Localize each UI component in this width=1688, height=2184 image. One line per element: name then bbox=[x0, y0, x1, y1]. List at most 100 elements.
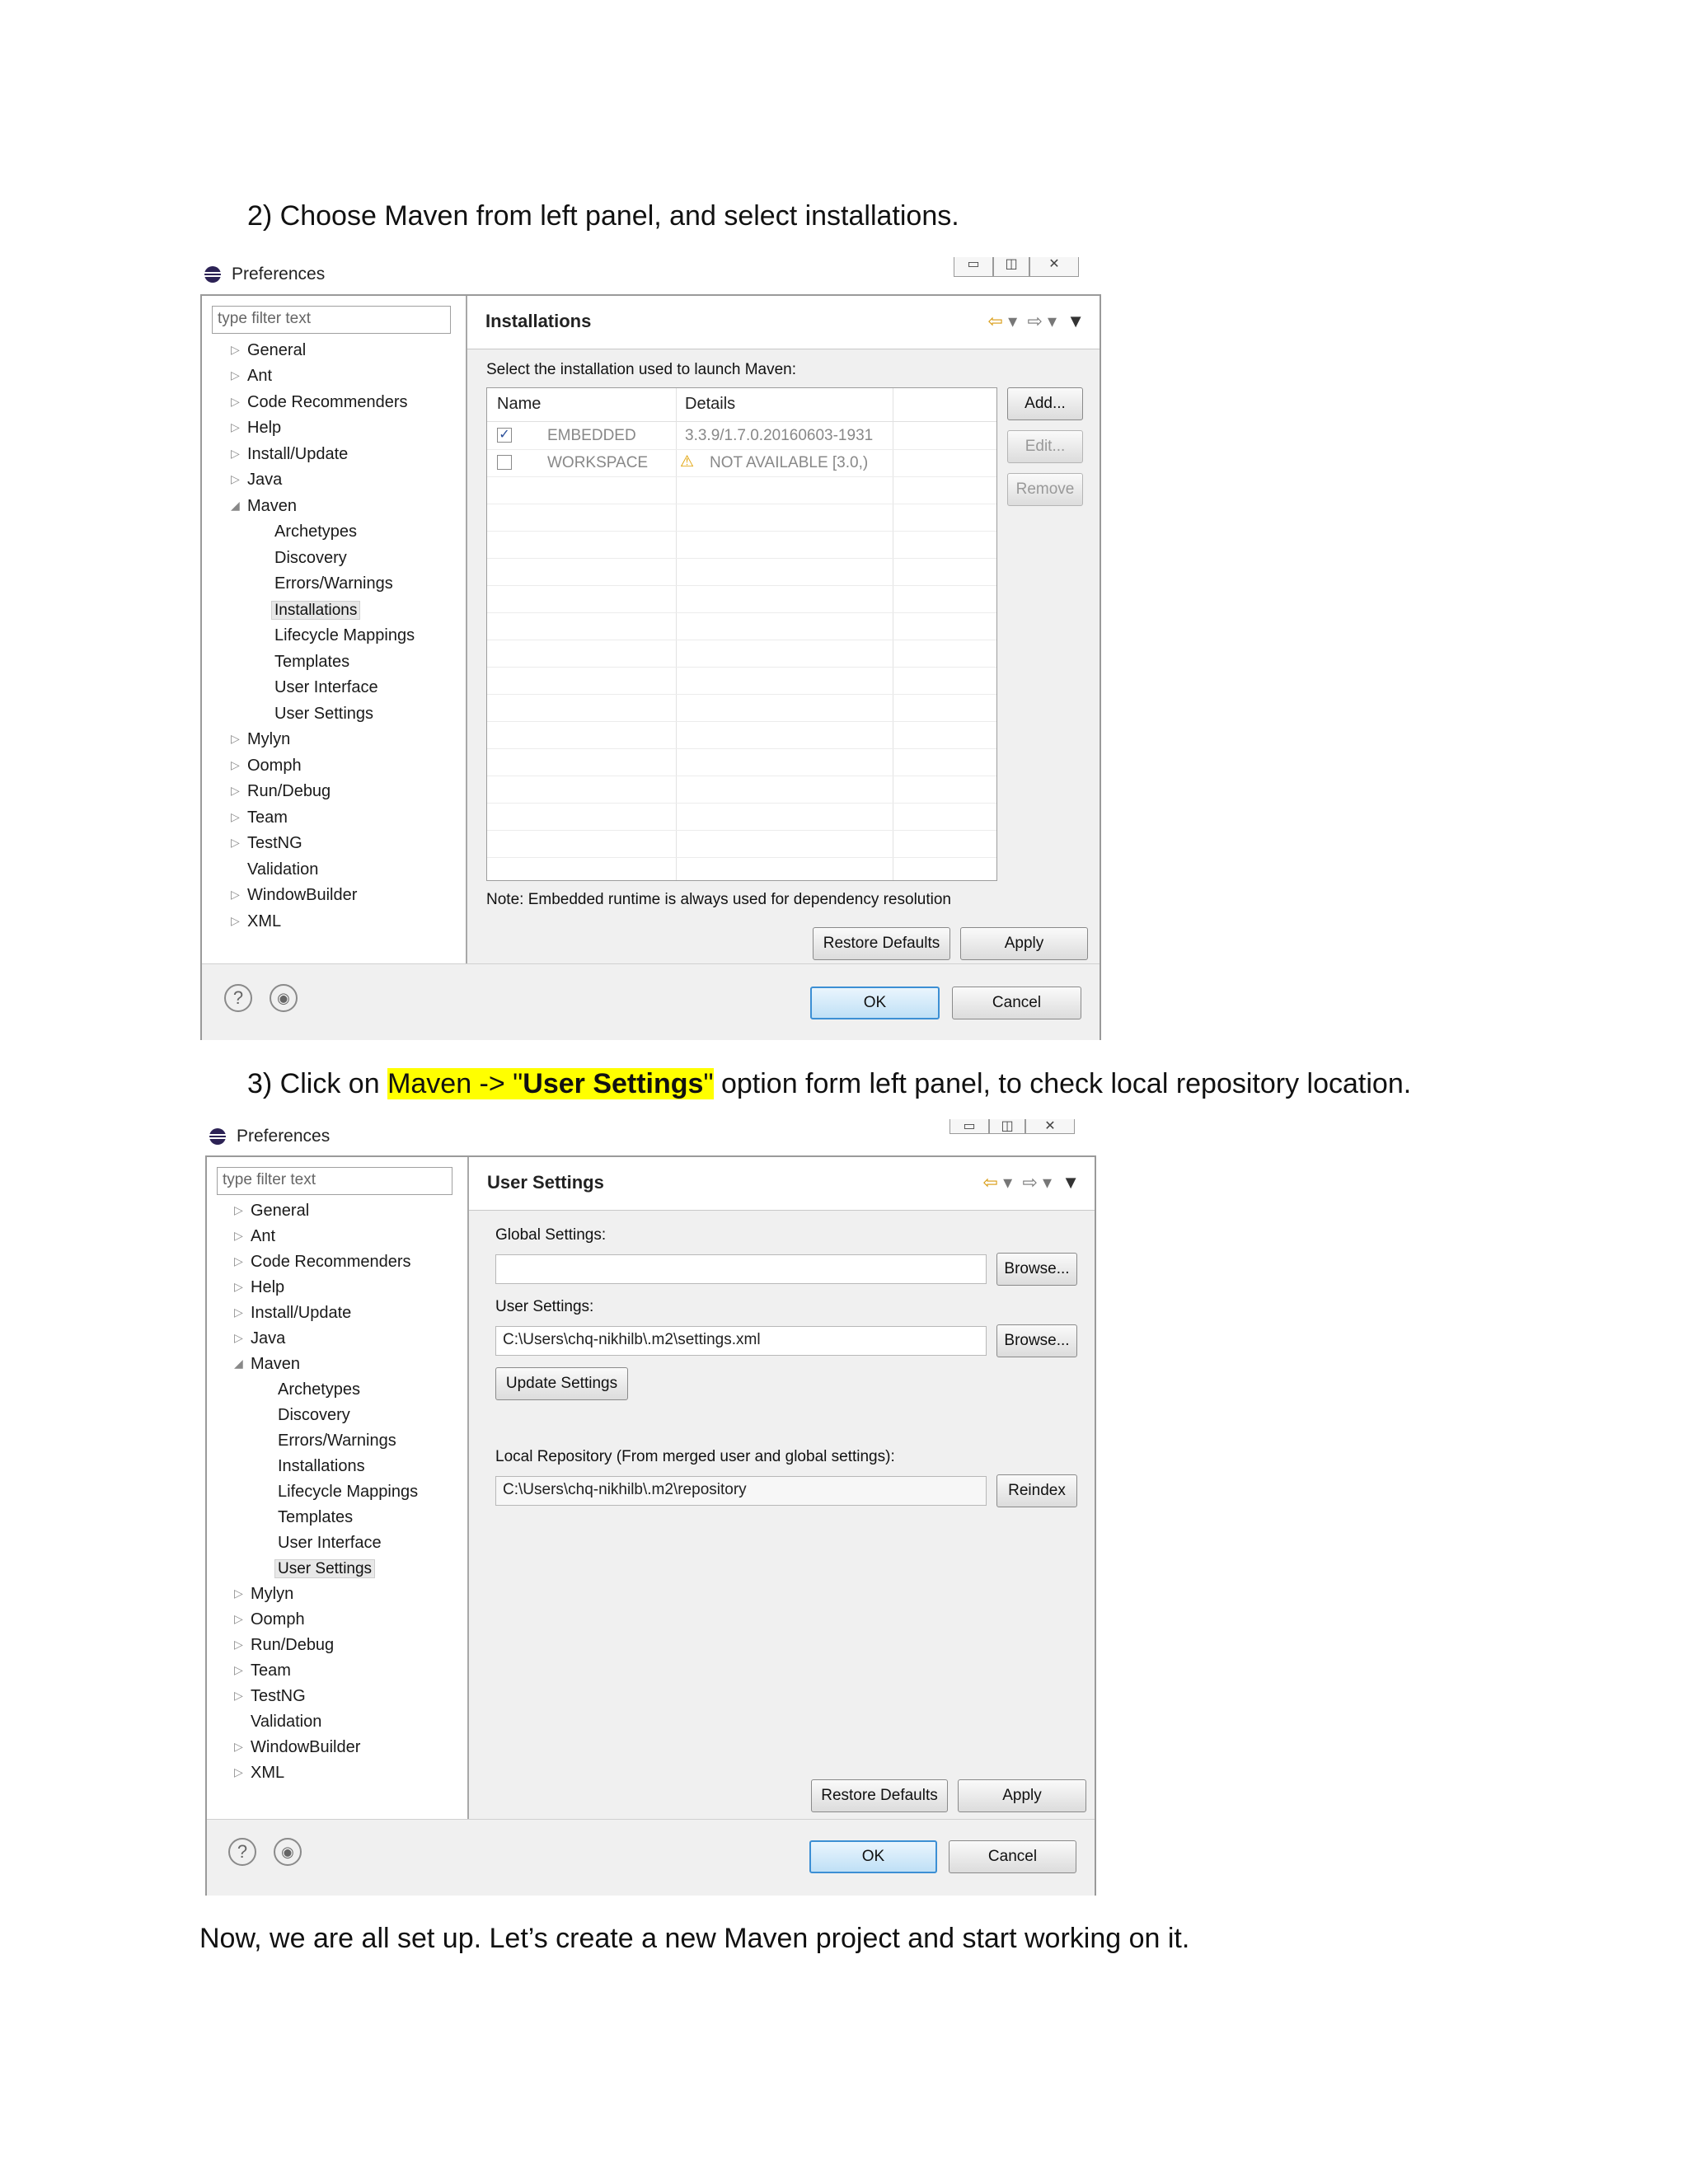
tree-item-validation[interactable]: Validation bbox=[247, 860, 318, 879]
tree-item-templates[interactable]: Templates bbox=[274, 653, 349, 672]
tree-item-discovery[interactable]: Discovery bbox=[274, 549, 347, 568]
tree-item-testng[interactable]: ▷ TestNG bbox=[231, 834, 302, 853]
tree-item-code-recommenders[interactable]: ▷ Code Recommenders bbox=[234, 1253, 411, 1272]
add-button[interactable]: Add... bbox=[1007, 387, 1083, 420]
row-divider bbox=[487, 585, 996, 586]
tree-item-oomph[interactable]: ▷ Oomph bbox=[234, 1610, 305, 1629]
tree-item-general[interactable]: ▷ General bbox=[231, 341, 306, 360]
tree-item-windowbuilder[interactable]: ▷ WindowBuilder bbox=[234, 1738, 360, 1757]
tree-item-install-update[interactable]: ▷ Install/Update bbox=[231, 445, 348, 464]
back-menu-icon[interactable]: ▾ bbox=[1003, 1172, 1012, 1193]
user-browse-button[interactable]: Browse... bbox=[996, 1324, 1077, 1357]
tree-item-java[interactable]: ▷ Java bbox=[234, 1329, 285, 1348]
tree-item-ant[interactable]: ▷ Ant bbox=[231, 367, 272, 386]
tree-item-user-interface[interactable]: User Interface bbox=[274, 678, 378, 697]
tree-item-windowbuilder[interactable]: ▷ WindowBuilder bbox=[231, 886, 357, 905]
tree-item-maven[interactable]: ◢ Maven bbox=[231, 497, 297, 516]
tree-item-errors-warnings[interactable]: Errors/Warnings bbox=[278, 1432, 396, 1451]
tree-item-general[interactable]: ▷ General bbox=[234, 1202, 309, 1221]
cancel-button[interactable]: Cancel bbox=[949, 1840, 1076, 1873]
local-repository-input[interactable]: C:\Users\chq-nikhilb\.m2\repository bbox=[495, 1476, 987, 1506]
tree-item-templates[interactable]: Templates bbox=[278, 1508, 353, 1527]
update-settings-button[interactable]: Update Settings bbox=[495, 1367, 628, 1400]
import-export-icon[interactable]: ◉ bbox=[274, 1838, 302, 1866]
tree-item-oomph[interactable]: ▷ Oomph bbox=[231, 757, 302, 776]
tree-item-team[interactable]: ▷ Team bbox=[234, 1661, 291, 1680]
view-menu-icon[interactable]: ▼ bbox=[1062, 1172, 1080, 1193]
tree-item-xml[interactable]: ▷ XML bbox=[234, 1764, 284, 1783]
warning-icon: ⚠ bbox=[680, 453, 695, 471]
tree-item-xml[interactable]: ▷ XML bbox=[231, 912, 281, 931]
tree-item-code-recommenders[interactable]: ▷ Code Recommenders bbox=[231, 393, 408, 412]
tree-item-run-debug[interactable]: ▷ Run/Debug bbox=[234, 1636, 334, 1655]
remove-button[interactable]: Remove bbox=[1007, 473, 1083, 506]
tree-item-mylyn[interactable]: ▷ Mylyn bbox=[234, 1585, 293, 1604]
forward-arrow-icon[interactable]: ⇨ bbox=[1022, 1172, 1037, 1193]
tree-item-lifecycle-mappings[interactable]: Lifecycle Mappings bbox=[278, 1483, 418, 1502]
table-row[interactable]: WORKSPACE ⚠ NOT AVAILABLE [3.0,) bbox=[487, 450, 996, 476]
tree-item-help[interactable]: ▷ Help bbox=[231, 419, 281, 438]
tree-item-errors-warnings[interactable]: Errors/Warnings bbox=[274, 574, 393, 593]
column-header-name[interactable]: Name bbox=[497, 395, 541, 414]
back-menu-icon[interactable]: ▾ bbox=[1008, 311, 1017, 331]
import-export-icon[interactable]: ◉ bbox=[270, 984, 298, 1012]
ok-button[interactable]: OK bbox=[810, 987, 940, 1019]
tree-item-maven[interactable]: ◢ Maven bbox=[234, 1355, 300, 1374]
apply-button[interactable]: Apply bbox=[960, 927, 1088, 960]
local-repository-label: Local Repository (From merged user and g… bbox=[495, 1448, 895, 1465]
help-icon[interactable]: ? bbox=[228, 1838, 256, 1866]
tree-item-java[interactable]: ▷ Java bbox=[231, 471, 282, 490]
restore-defaults-button[interactable]: Restore Defaults bbox=[811, 1779, 948, 1812]
tree-item-ant[interactable]: ▷ Ant bbox=[234, 1227, 275, 1246]
view-menu-icon[interactable]: ▼ bbox=[1067, 311, 1085, 331]
ok-button[interactable]: OK bbox=[809, 1840, 937, 1873]
column-header-details[interactable]: Details bbox=[685, 395, 735, 414]
maximize-button[interactable]: ◫ bbox=[989, 1119, 1025, 1134]
restore-defaults-button[interactable]: Restore Defaults bbox=[813, 927, 950, 960]
row-checkbox-embedded[interactable]: ✓ bbox=[497, 428, 512, 443]
close-button[interactable]: ✕ bbox=[1029, 257, 1079, 277]
forward-menu-icon[interactable]: ▾ bbox=[1048, 311, 1057, 331]
tree-item-install-update[interactable]: ▷ Install/Update bbox=[234, 1304, 351, 1323]
help-icon[interactable]: ? bbox=[224, 984, 252, 1012]
tree-item-team[interactable]: ▷ Team bbox=[231, 808, 288, 827]
row-checkbox-workspace[interactable] bbox=[497, 455, 512, 470]
dialog-footer: ? ◉ OK Cancel bbox=[202, 963, 1100, 1040]
forward-menu-icon[interactable]: ▾ bbox=[1043, 1172, 1052, 1193]
tree-item-testng[interactable]: ▷ TestNG bbox=[234, 1687, 306, 1706]
apply-button[interactable]: Apply bbox=[958, 1779, 1086, 1812]
tree-item-run-debug[interactable]: ▷ Run/Debug bbox=[231, 782, 331, 801]
tree-item-lifecycle-mappings[interactable]: Lifecycle Mappings bbox=[274, 626, 415, 645]
maximize-button[interactable]: ◫ bbox=[993, 257, 1029, 277]
tree-item-archetypes[interactable]: Archetypes bbox=[274, 523, 357, 541]
forward-arrow-icon[interactable]: ⇨ bbox=[1027, 311, 1042, 331]
minimize-button[interactable]: ▭ bbox=[950, 1119, 989, 1134]
global-settings-input[interactable] bbox=[495, 1254, 987, 1284]
tree-item-validation[interactable]: Validation bbox=[251, 1713, 321, 1732]
tree-item-help[interactable]: ▷ Help bbox=[234, 1278, 284, 1297]
expand-arrow-icon: ▷ bbox=[234, 1689, 243, 1702]
filter-input[interactable]: type filter text bbox=[212, 306, 451, 334]
back-arrow-icon[interactable]: ⇦ bbox=[988, 311, 1003, 331]
expand-arrow-icon: ▷ bbox=[231, 836, 240, 849]
close-button[interactable]: ✕ bbox=[1025, 1119, 1075, 1134]
cancel-button[interactable]: Cancel bbox=[952, 987, 1081, 1019]
tree-item-user-settings[interactable]: User Settings bbox=[274, 705, 373, 724]
reindex-button[interactable]: Reindex bbox=[996, 1474, 1077, 1507]
user-settings-input[interactable]: C:\Users\chq-nikhilb\.m2\settings.xml bbox=[495, 1326, 987, 1356]
row-name: EMBEDDED bbox=[547, 427, 636, 444]
minimize-button[interactable]: ▭ bbox=[954, 257, 993, 277]
tree-item-user-settings[interactable]: User Settings bbox=[274, 1559, 376, 1578]
back-arrow-icon[interactable]: ⇦ bbox=[983, 1172, 998, 1193]
tree-item-discovery[interactable]: Discovery bbox=[278, 1406, 350, 1425]
edit-button[interactable]: Edit... bbox=[1007, 430, 1083, 463]
tree-item-user-interface[interactable]: User Interface bbox=[278, 1534, 382, 1553]
installations-table[interactable]: Name Details ✓ EMBEDDED 3.3.9/1.7.0.2016… bbox=[486, 387, 997, 881]
global-browse-button[interactable]: Browse... bbox=[996, 1253, 1077, 1286]
table-row[interactable]: ✓ EMBEDDED 3.3.9/1.7.0.20160603-1931 bbox=[487, 423, 996, 449]
tree-item-installations[interactable]: Installations bbox=[278, 1457, 365, 1476]
tree-item-installations[interactable]: Installations bbox=[271, 601, 361, 620]
filter-input[interactable]: type filter text bbox=[217, 1167, 452, 1195]
tree-item-archetypes[interactable]: Archetypes bbox=[278, 1380, 360, 1399]
tree-item-mylyn[interactable]: ▷ Mylyn bbox=[231, 730, 290, 749]
